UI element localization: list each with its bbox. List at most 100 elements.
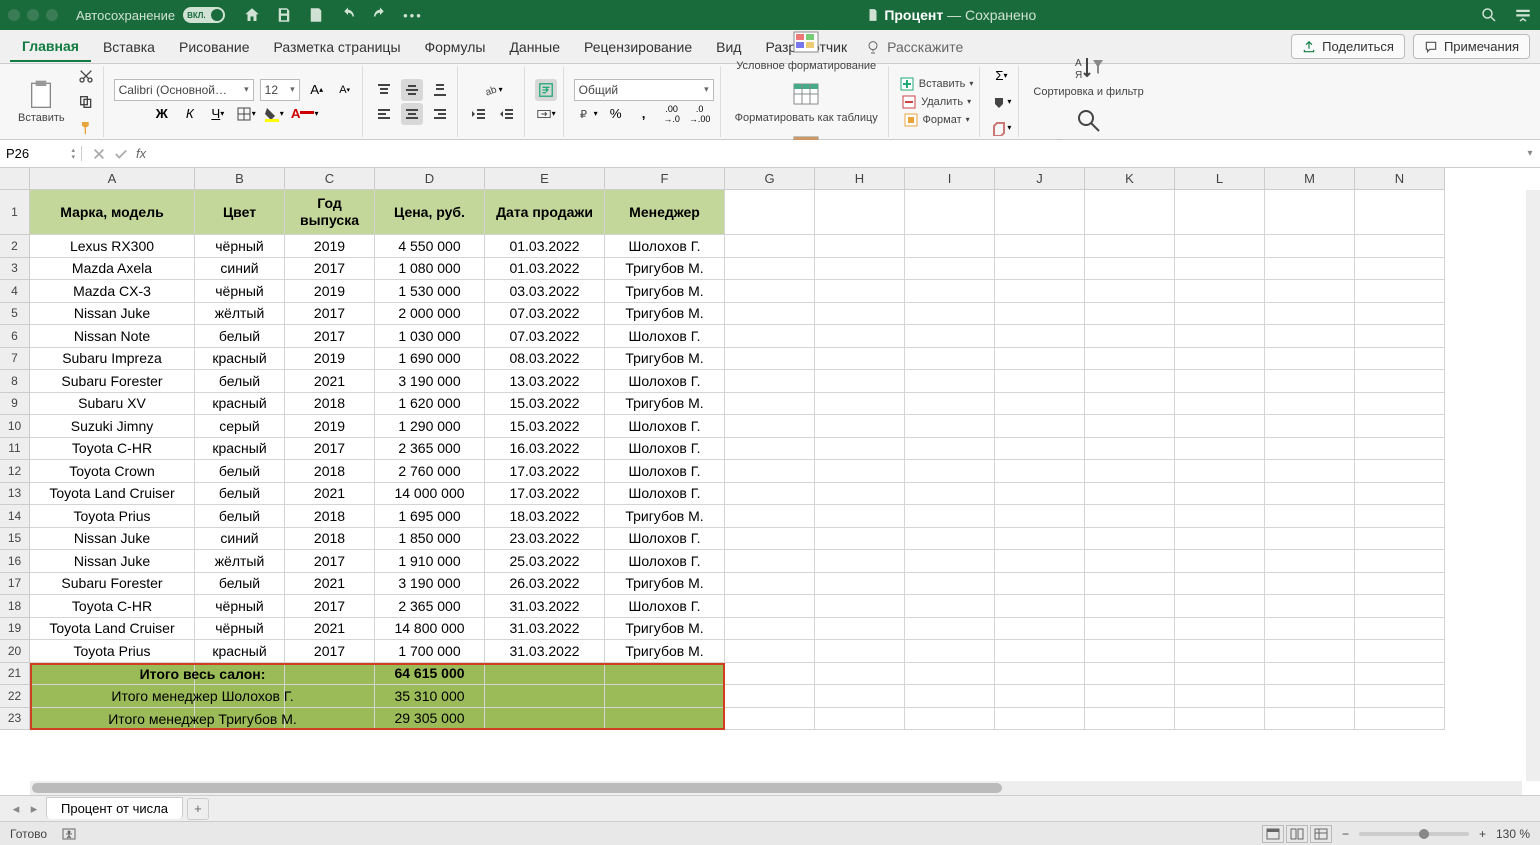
cell[interactable]: [725, 460, 815, 483]
cell[interactable]: [1355, 190, 1445, 235]
col-header[interactable]: N: [1355, 168, 1445, 190]
bold-button[interactable]: Ж: [151, 103, 173, 125]
row-header[interactable]: 19: [0, 618, 30, 641]
cell[interactable]: [725, 325, 815, 348]
cell[interactable]: [1175, 663, 1265, 686]
cell[interactable]: [485, 663, 605, 686]
comments-button[interactable]: Примечания: [1413, 34, 1530, 59]
cell[interactable]: [1085, 325, 1175, 348]
tab-layout[interactable]: Разметка страницы: [262, 33, 413, 61]
cell[interactable]: [995, 663, 1085, 686]
cell[interactable]: 31.03.2022: [485, 640, 605, 663]
cell[interactable]: [605, 708, 725, 731]
autosum-button[interactable]: Σ ▾: [990, 65, 1012, 87]
cell[interactable]: 2021: [285, 370, 375, 393]
vertical-scrollbar[interactable]: [1526, 190, 1540, 781]
cell[interactable]: [995, 303, 1085, 326]
cell[interactable]: [1355, 235, 1445, 258]
cell[interactable]: [605, 663, 725, 686]
col-header[interactable]: I: [905, 168, 995, 190]
cell[interactable]: [905, 460, 995, 483]
cell[interactable]: [1085, 685, 1175, 708]
cell[interactable]: 2021: [285, 573, 375, 596]
cell[interactable]: [995, 640, 1085, 663]
cell[interactable]: [995, 235, 1085, 258]
ribbon-toggle-icon[interactable]: [1514, 6, 1532, 24]
cell[interactable]: [905, 235, 995, 258]
cell[interactable]: 1 080 000: [375, 258, 485, 281]
cell[interactable]: [1355, 505, 1445, 528]
name-box[interactable]: P26 ▴▾: [0, 146, 82, 161]
cell[interactable]: 2 365 000: [375, 438, 485, 461]
cell[interactable]: 2017: [285, 550, 375, 573]
cell[interactable]: [905, 258, 995, 281]
cell[interactable]: [1175, 280, 1265, 303]
cell[interactable]: Год выпуска: [285, 190, 375, 235]
cell[interactable]: [815, 595, 905, 618]
cell[interactable]: [1265, 483, 1355, 506]
cell[interactable]: [725, 528, 815, 551]
zoom-value[interactable]: 130 %: [1496, 827, 1530, 841]
cell[interactable]: [725, 235, 815, 258]
cell[interactable]: [815, 258, 905, 281]
cell[interactable]: [995, 325, 1085, 348]
col-header[interactable]: G: [725, 168, 815, 190]
cell[interactable]: [1355, 393, 1445, 416]
cell[interactable]: Тригубов М.: [605, 393, 725, 416]
cell[interactable]: 1 695 000: [375, 505, 485, 528]
cell[interactable]: [1355, 528, 1445, 551]
cell[interactable]: 2017: [285, 595, 375, 618]
row-header[interactable]: 5: [0, 303, 30, 326]
cell[interactable]: [1355, 280, 1445, 303]
cell[interactable]: [905, 618, 995, 641]
cell[interactable]: [725, 708, 815, 731]
insert-cells-button[interactable]: Вставить ▾: [899, 76, 974, 92]
cell[interactable]: [1265, 663, 1355, 686]
cell[interactable]: 1 030 000: [375, 325, 485, 348]
cell[interactable]: 2017: [285, 640, 375, 663]
window-controls[interactable]: [8, 9, 58, 21]
sheet-tab-active[interactable]: Процент от числа: [46, 797, 183, 819]
cell[interactable]: [1355, 573, 1445, 596]
cell[interactable]: [995, 415, 1085, 438]
redo-icon[interactable]: [371, 6, 389, 24]
cell[interactable]: [815, 415, 905, 438]
zoom-in-button[interactable]: +: [1479, 827, 1486, 841]
tab-home[interactable]: Главная: [10, 32, 91, 62]
cell[interactable]: [1355, 618, 1445, 641]
cell[interactable]: Nissan Note: [30, 325, 195, 348]
save-icon[interactable]: [275, 6, 293, 24]
cell[interactable]: синий: [195, 258, 285, 281]
fill-button[interactable]: ▾: [990, 91, 1012, 113]
row-header[interactable]: 23: [0, 708, 30, 731]
align-middle-button[interactable]: [401, 79, 423, 101]
cell[interactable]: красный: [195, 640, 285, 663]
cell[interactable]: красный: [195, 348, 285, 371]
cell[interactable]: [725, 303, 815, 326]
cell[interactable]: 01.03.2022: [485, 235, 605, 258]
align-left-button[interactable]: [373, 103, 395, 125]
more-icon[interactable]: •••: [403, 8, 423, 23]
comma-button[interactable]: ,: [633, 103, 655, 125]
cell[interactable]: 14 000 000: [375, 483, 485, 506]
cell[interactable]: [995, 685, 1085, 708]
cell[interactable]: 23.03.2022: [485, 528, 605, 551]
cell[interactable]: [725, 550, 815, 573]
cell[interactable]: [815, 505, 905, 528]
cell[interactable]: [1085, 618, 1175, 641]
cell[interactable]: 18.03.2022: [485, 505, 605, 528]
cell[interactable]: [1175, 685, 1265, 708]
worksheet-grid[interactable]: ABCDEFGHIJKLMN1Марка, модельЦветГод выпу…: [0, 168, 1540, 795]
cell[interactable]: 1 700 000: [375, 640, 485, 663]
currency-button[interactable]: ₽▾: [577, 103, 599, 125]
cell[interactable]: [1085, 348, 1175, 371]
cell[interactable]: [1085, 393, 1175, 416]
cell[interactable]: [995, 280, 1085, 303]
tab-review[interactable]: Рецензирование: [572, 33, 704, 61]
cell[interactable]: [815, 370, 905, 393]
cell[interactable]: [1175, 190, 1265, 235]
cell[interactable]: 2018: [285, 460, 375, 483]
cell[interactable]: [1265, 438, 1355, 461]
accessibility-icon[interactable]: [61, 826, 77, 842]
cell[interactable]: 16.03.2022: [485, 438, 605, 461]
